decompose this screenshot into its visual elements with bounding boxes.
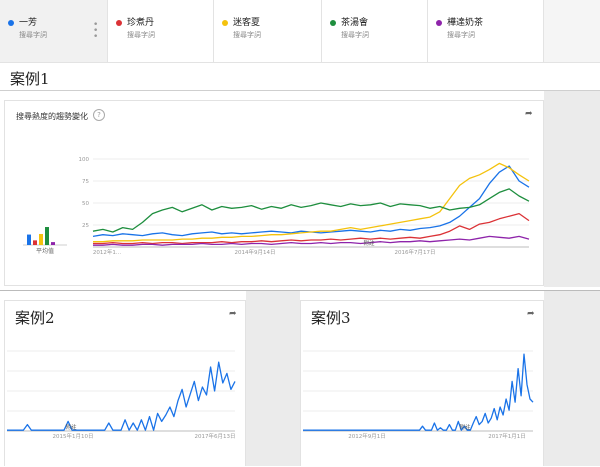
series-color-dot	[116, 20, 122, 26]
annotation-label: 附註	[65, 423, 77, 431]
term-type: 搜尋字詞	[341, 31, 369, 39]
annotation-label: 附註	[459, 423, 471, 431]
average-bars	[23, 227, 67, 246]
gutter	[246, 291, 300, 466]
series-lines	[92, 162, 530, 246]
case-2-chart-svg: 2015年1月10日 2017年6月13日 附註	[7, 350, 236, 440]
grid: 25 50 75 100	[79, 157, 529, 248]
avg-bar-5	[51, 242, 55, 245]
trend-chart-svg: 平均值 25 50 75 100 2012年1... 2014年9月14日 2016年7月…	[23, 157, 530, 256]
side-gutter	[544, 91, 600, 287]
avg-label: 平均值	[36, 247, 54, 255]
series-color-dot	[222, 20, 228, 26]
term-chip-1[interactable]: 一芳 搜尋字詞 • • •	[0, 0, 108, 62]
x-tick-label: 2017年1月1日	[488, 432, 526, 440]
term-type: 搜尋字詞	[233, 31, 261, 39]
series-line-1	[92, 165, 530, 238]
case-1-heading: 案例1	[10, 70, 50, 88]
trend-card: 搜尋熱度的趨勢變化 ? ➦ 平均值 25 50 75 100 2012年1... 201…	[4, 100, 544, 286]
grid	[303, 350, 533, 432]
series-color-dot	[8, 20, 14, 26]
series-line-1	[7, 361, 236, 431]
series-line-1	[303, 353, 534, 431]
series-line-4	[92, 188, 530, 233]
section-divider	[0, 290, 600, 291]
annotation-label: 附註	[363, 239, 375, 247]
section-divider	[0, 90, 600, 91]
x-tick-label: 2014年9月14日	[235, 248, 276, 256]
avg-bar-1	[27, 234, 31, 245]
series-color-dot	[436, 20, 442, 26]
avg-bar-2	[33, 240, 37, 245]
term-type: 搜尋字詞	[127, 31, 155, 39]
term-name: 迷客夏	[233, 18, 261, 28]
search-terms-bar: 一芳 搜尋字詞 • • • 珍煮丹 搜尋字詞 迷客夏 搜尋字詞 茶湯會 搜尋字詞 樺…	[0, 0, 600, 63]
more-vert-icon[interactable]: • • •	[93, 21, 98, 42]
series-lines	[303, 353, 534, 431]
x-tick-label: 2016年7月17日	[395, 248, 436, 256]
y-tick-label: 75	[82, 179, 89, 185]
series-lines	[7, 361, 236, 431]
term-type: 搜尋字詞	[19, 31, 47, 39]
y-tick-label: 100	[79, 157, 90, 163]
term-chip-4[interactable]: 茶湯會 搜尋字詞	[322, 0, 428, 62]
term-chip-3[interactable]: 迷客夏 搜尋字詞	[214, 0, 322, 62]
gutter	[544, 291, 600, 466]
term-name: 樺達奶茶	[447, 18, 484, 28]
term-chip-5[interactable]: 樺達奶茶 搜尋字詞	[428, 0, 544, 62]
x-tick-label: 2015年1月10日	[53, 432, 94, 440]
term-name: 茶湯會	[341, 18, 369, 28]
case-3-card: 案例3 ➦ 2012年9月1日 2017年1月1日 附註	[300, 300, 544, 466]
term-chip-2[interactable]: 珍煮丹 搜尋字詞	[108, 0, 214, 62]
avg-bar-4	[45, 227, 49, 245]
avg-bar-3	[39, 233, 43, 245]
x-tick-label: 2012年9月1日	[348, 432, 386, 440]
term-type: 搜尋字詞	[447, 31, 475, 39]
term-name: 一芳	[19, 18, 38, 28]
y-tick-label: 50	[82, 201, 89, 207]
y-tick-label: 25	[82, 223, 89, 229]
x-tick-label: 2012年1...	[93, 248, 121, 256]
x-tick-label: 2017年6月13日	[195, 432, 236, 440]
series-color-dot	[330, 20, 336, 26]
case-3-chart-svg: 2012年9月1日 2017年1月1日 附註	[303, 350, 534, 440]
case-2-card: 案例2 ➦ 2015年1月10日 2017年6月13日 附註	[4, 300, 246, 466]
term-name: 珍煮丹	[127, 18, 155, 28]
series-line-5	[93, 235, 530, 246]
